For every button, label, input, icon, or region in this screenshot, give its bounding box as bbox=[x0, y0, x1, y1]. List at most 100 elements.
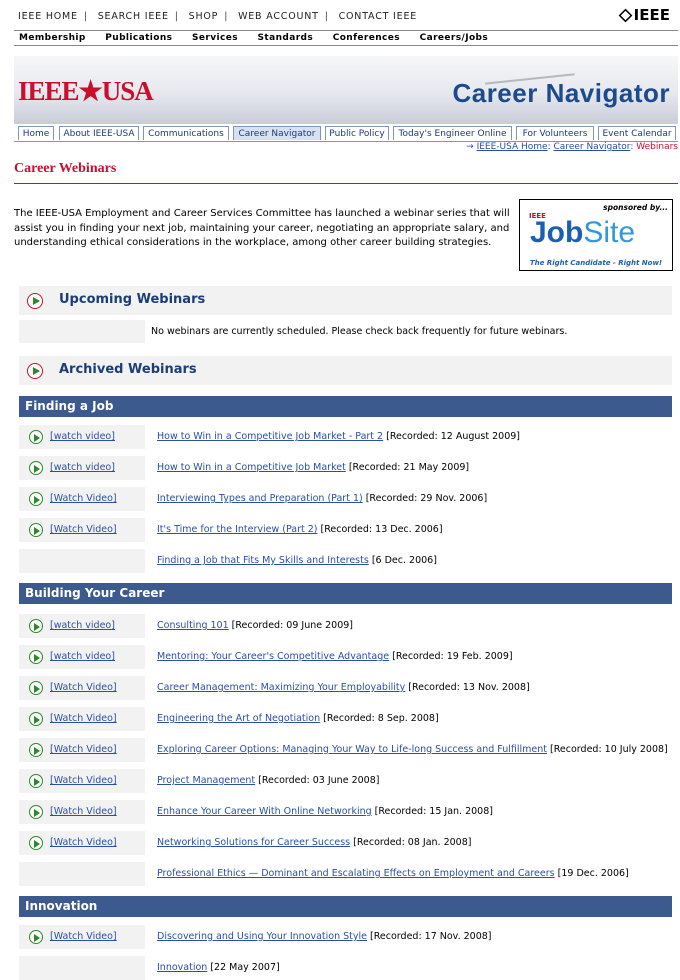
video-cell bbox=[19, 549, 145, 573]
recorded-date: [Recorded: 29 Nov. 2006] bbox=[362, 493, 488, 504]
video-cell: [watch video] bbox=[19, 614, 145, 638]
recorded-date: [Recorded: 12 August 2009] bbox=[383, 431, 520, 442]
jobsite-sponsor-ad[interactable]: sponsored by... IEEE JobSite The Right C… bbox=[519, 199, 673, 271]
tab-for-volunteers[interactable]: For Volunteers bbox=[516, 126, 594, 140]
webinar-info: Discovering and Using Your Innovation St… bbox=[157, 931, 492, 942]
webinar-row: [Watch Video] Engineering the Art of Nego… bbox=[19, 707, 672, 731]
webinar-info: Mentoring: Your Career's Competitive Adv… bbox=[157, 651, 513, 662]
watch-video-link[interactable]: [Watch Video] bbox=[50, 806, 117, 817]
nav-careers-jobs[interactable]: Careers/Jobs bbox=[420, 31, 489, 45]
webinar-title-link[interactable]: Innovation bbox=[157, 962, 207, 973]
video-cell: [watch video] bbox=[19, 456, 145, 480]
tab-communications[interactable]: Communications bbox=[143, 126, 229, 140]
webinar-title-link[interactable]: Exploring Career Options: Managing Your … bbox=[157, 744, 547, 755]
recorded-date: [19 Dec. 2006] bbox=[554, 868, 629, 879]
web-account-link[interactable]: WEB ACCOUNT bbox=[238, 11, 319, 22]
webinar-title-link[interactable]: Project Management bbox=[157, 775, 255, 786]
tab-career-navigator[interactable]: Career Navigator bbox=[233, 126, 321, 140]
play-icon[interactable] bbox=[29, 461, 43, 475]
ieee-usa-logo[interactable]: IEEE★USA bbox=[18, 76, 154, 107]
upcoming-message: No webinars are currently scheduled. Ple… bbox=[151, 326, 568, 337]
webinar-title-link[interactable]: Finding a Job that Fits My Skills and In… bbox=[157, 555, 369, 566]
search-ieee-link[interactable]: SEARCH IEEE bbox=[98, 11, 169, 22]
video-cell: [Watch Video] bbox=[19, 800, 145, 824]
webinar-title-link[interactable]: Consulting 101 bbox=[157, 620, 229, 631]
watch-video-link[interactable]: [Watch Video] bbox=[50, 744, 117, 755]
banner-title: Career Navigator bbox=[452, 78, 670, 108]
watch-video-link[interactable]: [watch video] bbox=[50, 651, 115, 662]
video-cell: [Watch Video] bbox=[19, 487, 145, 511]
webinar-title-link[interactable]: How to Win in a Competitive Job Market bbox=[157, 462, 346, 473]
nav-membership[interactable]: Membership bbox=[19, 31, 86, 45]
webinar-info: It's Time for the Interview (Part 2) [Re… bbox=[157, 524, 443, 535]
play-icon[interactable] bbox=[29, 774, 43, 788]
ieee-home-link[interactable]: IEEE HOME bbox=[18, 11, 78, 22]
contact-ieee-link[interactable]: CONTACT IEEE bbox=[339, 11, 417, 22]
webinar-row: [watch video] Consulting 101 [Recorded: 0… bbox=[19, 614, 672, 638]
ieee-logo[interactable]: IEEE bbox=[618, 6, 670, 24]
separator: | bbox=[83, 11, 88, 22]
play-icon[interactable] bbox=[29, 743, 43, 757]
watch-video-link[interactable]: [watch video] bbox=[50, 620, 115, 631]
tab-home[interactable]: Home bbox=[18, 126, 54, 140]
play-icon[interactable] bbox=[29, 681, 43, 695]
play-icon[interactable] bbox=[29, 619, 43, 633]
play-icon[interactable] bbox=[29, 650, 43, 664]
recorded-date: [Recorded: 13 Nov. 2008] bbox=[405, 682, 530, 693]
webinar-info: Engineering the Art of Negotiation [Reco… bbox=[157, 713, 439, 724]
recorded-date: [Recorded: 03 June 2008] bbox=[255, 775, 380, 786]
webinar-title-link[interactable]: Career Management: Maximizing Your Emplo… bbox=[157, 682, 405, 693]
recorded-date: [Recorded: 17 Nov. 2008] bbox=[367, 931, 492, 942]
webinar-title-link[interactable]: How to Win in a Competitive Job Market -… bbox=[157, 431, 383, 442]
webinar-title-link[interactable]: Discovering and Using Your Innovation St… bbox=[157, 931, 367, 942]
watch-video-link[interactable]: [Watch Video] bbox=[50, 713, 117, 724]
archived-webinars-header: Archived Webinars bbox=[19, 356, 672, 385]
tab-public-policy[interactable]: Public Policy bbox=[325, 126, 389, 140]
watch-video-link[interactable]: [Watch Video] bbox=[50, 682, 117, 693]
watch-video-link[interactable]: [Watch Video] bbox=[50, 524, 117, 535]
breadcrumb-sep: : bbox=[630, 142, 634, 152]
play-icon[interactable] bbox=[29, 836, 43, 850]
play-icon[interactable] bbox=[29, 930, 43, 944]
play-icon[interactable] bbox=[29, 430, 43, 444]
watch-video-link[interactable]: [Watch Video] bbox=[50, 931, 117, 942]
video-cell bbox=[19, 956, 145, 980]
play-icon[interactable] bbox=[29, 805, 43, 819]
webinar-title-link[interactable]: Mentoring: Your Career's Competitive Adv… bbox=[157, 651, 389, 662]
title-divider bbox=[14, 183, 678, 184]
breadcrumb-section[interactable]: Career Navigator bbox=[554, 142, 631, 152]
nav-standards[interactable]: Standards bbox=[258, 31, 314, 45]
breadcrumb-home[interactable]: IEEE-USA Home bbox=[477, 142, 548, 152]
webinar-title-link[interactable]: Interviewing Types and Preparation (Part… bbox=[157, 493, 363, 504]
play-icon[interactable] bbox=[29, 712, 43, 726]
play-icon[interactable] bbox=[29, 492, 43, 506]
nav-conferences[interactable]: Conferences bbox=[333, 31, 400, 45]
nav-services[interactable]: Services bbox=[192, 31, 238, 45]
play-icon[interactable] bbox=[29, 523, 43, 537]
video-cell bbox=[19, 862, 145, 886]
watch-video-link[interactable]: [Watch Video] bbox=[50, 837, 117, 848]
watch-video-link[interactable]: [watch video] bbox=[50, 462, 115, 473]
webinar-title-link[interactable]: Professional Ethics — Dominant and Escal… bbox=[157, 868, 555, 879]
webinar-title-link[interactable]: It's Time for the Interview (Part 2) bbox=[157, 524, 318, 535]
watch-video-link[interactable]: [Watch Video] bbox=[50, 775, 117, 786]
watch-video-link[interactable]: [watch video] bbox=[50, 431, 115, 442]
video-cell: [Watch Video] bbox=[19, 738, 145, 762]
webinar-info: Career Management: Maximizing Your Emplo… bbox=[157, 682, 530, 693]
webinar-title-link[interactable]: Enhance Your Career With Online Networki… bbox=[157, 806, 372, 817]
watch-video-link[interactable]: [Watch Video] bbox=[50, 493, 117, 504]
upcoming-webinars-header: Upcoming Webinars bbox=[19, 286, 672, 315]
webinar-row: [Watch Video] Networking Solutions for Ca… bbox=[19, 831, 672, 855]
tab-todays-engineer[interactable]: Today's Engineer Online bbox=[393, 126, 512, 140]
tab-event-calendar[interactable]: Event Calendar bbox=[598, 126, 676, 140]
play-icon bbox=[27, 363, 43, 379]
webinar-title-link[interactable]: Engineering the Art of Negotiation bbox=[157, 713, 320, 724]
main-nav: Membership Publications Services Standar… bbox=[14, 30, 678, 46]
tab-about[interactable]: About IEEE-USA bbox=[59, 126, 139, 140]
video-cell: [watch video] bbox=[19, 645, 145, 669]
play-icon bbox=[27, 293, 43, 309]
video-cell: [Watch Video] bbox=[19, 707, 145, 731]
webinar-title-link[interactable]: Networking Solutions for Career Success bbox=[157, 837, 350, 848]
nav-publications[interactable]: Publications bbox=[105, 31, 172, 45]
shop-link[interactable]: SHOP bbox=[189, 11, 219, 22]
